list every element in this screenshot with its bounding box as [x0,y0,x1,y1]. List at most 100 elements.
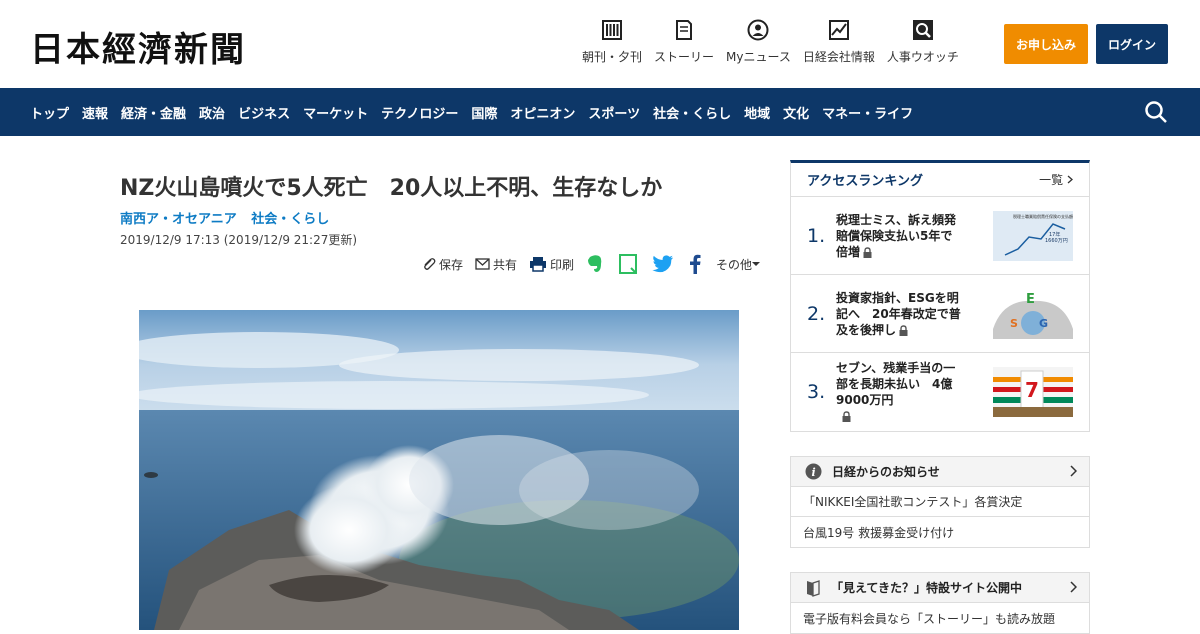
nav-label: Myニュース [726,50,791,64]
note-button[interactable] [619,254,640,274]
thumb-value: 17年 [1049,231,1060,238]
category-nav-item[interactable]: 経済・金融 [121,103,186,122]
category-link[interactable]: 南西ア・オセアニア [120,212,237,227]
notice-item[interactable]: 台風19号 救援募金受け付け [791,517,1089,547]
site-logo[interactable]: 日本經濟新聞 [30,22,246,71]
category-nav: トップ 速報 経済・金融 政治 ビジネス マーケット テクノロジー 国際 オピニオン スポーツ 社会… [0,88,1200,136]
search-button[interactable] [1144,100,1168,128]
category-nav-item[interactable]: オピニオン [510,103,575,122]
header-nav: 朝刊・夕刊 ストーリー Myニュース 日経会社情報 人事ウオッチ [576,18,965,65]
facebook-button[interactable] [689,254,704,274]
category-nav-item[interactable]: 速報 [82,103,108,122]
rank-number: 2. [807,302,826,325]
promo-item[interactable]: 電子版有料会員なら「ストーリー」も読み放題 [791,603,1089,633]
nikkei-notice: i 日経からのお知らせ 「NIKKEI全国社歌コンテスト」各賞決定 台風19号 … [790,456,1090,548]
rank-headline: セブン、残業手当の一部を長期未払い 4億9000万円 [836,361,956,407]
nav-personnel-watch[interactable]: 人事ウオッチ [881,18,965,65]
ranking-item[interactable]: 3. セブン、残業手当の一部を長期未払い 4億9000万円 7 [791,353,1089,431]
category-nav-item[interactable]: スポーツ [588,103,640,122]
share-label: 共有 [493,257,518,272]
article-categories: 南西ア・オセアニア 社会・くらし [120,208,339,227]
nav-label: 日経会社情報 [802,50,875,64]
more-label: 一覧 [1039,173,1064,187]
article-date: 2019/12/9 17:13 (2019/12/9 21:27更新) [120,233,358,247]
nav-paper-edition[interactable]: 朝刊・夕刊 [576,18,648,65]
caret-down-icon [752,262,761,266]
promo-box: 「見えてきた？」特設サイト公開中 電子版有料会員なら「ストーリー」も読み放題 [790,572,1090,634]
book-icon [676,20,693,40]
svg-text:S: S [1010,317,1018,330]
nav-company-info[interactable]: 日経会社情報 [797,18,881,65]
nav-mynews[interactable]: Myニュース [720,18,797,65]
chart-icon [828,20,849,40]
other-label: その他 [716,257,753,272]
category-nav-item[interactable]: テクノロジー [381,103,458,122]
paperclip-icon [424,258,436,270]
category-nav-item[interactable]: ビジネス [238,103,290,122]
printer-icon [530,257,547,272]
rank-thumbnail: 7 [993,367,1073,417]
other-menu-button[interactable]: その他 [716,256,763,273]
volcano-island-image [139,310,739,630]
store-sign-image: 7 [993,367,1073,417]
mail-icon [475,258,490,270]
lock-icon [842,411,851,422]
chevron-right-icon [1070,581,1077,593]
twitter-button[interactable] [652,255,677,273]
article-tools: 保存 共有 印刷 その他 [422,254,775,274]
category-nav-item[interactable]: 社会・くらし [653,103,731,122]
user-icon [747,19,769,41]
svg-text:G: G [1039,317,1048,330]
ranking-header: アクセスランキング 一覧 [791,163,1089,197]
svg-text:7: 7 [1025,378,1039,402]
svg-text:E: E [1026,292,1035,307]
thumb-title: 税理士職業賠償責任保険の支払額 [1013,213,1073,219]
promo-header[interactable]: 「見えてきた？」特設サイト公開中 [791,573,1089,603]
info-icon: i [805,463,822,480]
category-nav-item[interactable]: マーケット [303,103,368,122]
facebook-icon [690,254,701,274]
category-link[interactable]: 社会・くらし [251,212,329,227]
thumb-value-2: 1660万円 [1045,238,1068,244]
nav-label: 朝刊・夕刊 [582,50,643,64]
category-nav-item[interactable]: 地域 [744,103,770,122]
print-button[interactable]: 印刷 [529,256,574,273]
category-nav-item[interactable]: マネー・ライフ [822,103,913,122]
rank-number: 3. [807,381,826,403]
evernote-button[interactable] [586,254,607,274]
category-nav-item[interactable]: 政治 [199,103,225,122]
login-button[interactable]: ログイン [1096,24,1168,64]
open-book-icon [807,579,820,597]
access-ranking: アクセスランキング 一覧 1. 税理士ミス、訴え頻発 賠償保険支払い5年で倍増 … [790,160,1090,432]
notice-item[interactable]: 「NIKKEI全国社歌コンテスト」各賞決定 [791,487,1089,517]
category-nav-item[interactable]: 国際 [471,103,497,122]
search-icon [1145,101,1167,123]
category-nav-item[interactable]: 文化 [783,103,809,122]
ranking-more-link[interactable]: 一覧 [1039,171,1073,188]
save-button[interactable]: 保存 [422,256,463,273]
ranking-item[interactable]: 1. 税理士ミス、訴え頻発 賠償保険支払い5年で倍増 税理士職業賠償責任保険の支… [791,197,1089,275]
notice-title: 日経からのお知らせ [832,465,940,479]
category-nav-item[interactable]: トップ [30,103,69,122]
notice-header[interactable]: i 日経からのお知らせ [791,457,1089,487]
apply-button[interactable]: お申し込み [1004,24,1088,64]
save-label: 保存 [439,257,464,272]
esg-illustration: E S G [993,289,1073,339]
lock-icon [863,246,872,258]
nav-story[interactable]: ストーリー [648,18,720,65]
evernote-icon [588,255,602,272]
nav-label: ストーリー [654,50,715,64]
svg-text:i: i [812,466,816,479]
article-photo[interactable] [139,310,739,630]
rank-number: 1. [807,224,826,247]
share-button[interactable]: 共有 [475,256,517,273]
rank-text: セブン、残業手当の一部を長期未払い 4億9000万円 [836,360,962,424]
site-header: 日本經濟新聞 朝刊・夕刊 ストーリー Myニュース 日経会社情報 人事ウオッチ … [0,0,1200,88]
rank-headline: 税理士ミス、訴え頻発 賠償保険支払い5年で倍増 [836,212,969,259]
ranking-item[interactable]: 2. 投資家指針、ESGを明記へ 20年春改定で普及を後押し E S G [791,275,1089,353]
chart-thumbnail: 税理士職業賠償責任保険の支払額 17年 1660万円 [993,211,1073,261]
nav-label: 人事ウオッチ [886,50,959,64]
chevron-right-icon [1067,175,1073,184]
rank-text: 投資家指針、ESGを明記へ 20年春改定で普及を後押し [836,290,962,338]
rank-thumbnail: 税理士職業賠償責任保険の支払額 17年 1660万円 [993,211,1073,261]
